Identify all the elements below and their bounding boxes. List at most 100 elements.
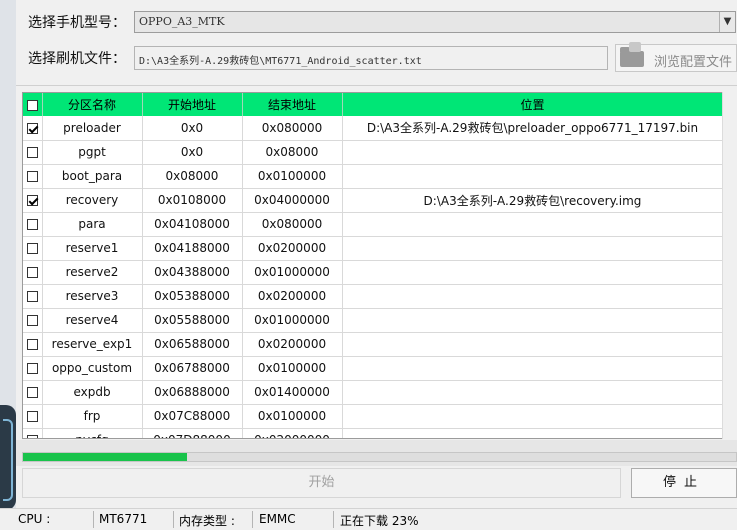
end-address-cell: 0x01400000 bbox=[242, 380, 343, 405]
file-location-cell bbox=[342, 284, 724, 309]
row-checkbox[interactable] bbox=[26, 315, 38, 326]
end-address-cell: 0x080000 bbox=[242, 116, 343, 141]
row-checkbox-cell[interactable] bbox=[23, 332, 43, 357]
row-checkbox[interactable] bbox=[26, 339, 38, 350]
partition-table: 分区名称 开始地址 结束地址 位置 preloader 0x0 0x080000 D:… bbox=[22, 92, 737, 439]
table-row[interactable]: reserve1 0x04188000 0x0200000 bbox=[23, 236, 724, 261]
column-header-name[interactable]: 分区名称 bbox=[42, 93, 143, 116]
table-row[interactable]: boot_para 0x08000 0x0100000 bbox=[23, 164, 724, 189]
model-label: 选择手机型号： bbox=[28, 15, 126, 31]
table-row[interactable]: pgpt 0x0 0x08000 bbox=[23, 140, 724, 165]
end-address-cell: 0x080000 bbox=[242, 212, 343, 237]
column-header-location[interactable]: 位置 bbox=[342, 93, 724, 116]
scatter-file-field[interactable]: D:\A3全系列-A.29救砖包\MT6771_Android_scatter.… bbox=[134, 46, 608, 70]
row-checkbox-cell[interactable] bbox=[23, 236, 43, 261]
row-checkbox[interactable] bbox=[26, 267, 38, 278]
partition-name-cell: reserve3 bbox=[42, 284, 143, 309]
table-row[interactable]: preloader 0x0 0x080000 D:\A3全系列-A.29救砖包\pre… bbox=[23, 116, 724, 141]
row-checkbox[interactable] bbox=[26, 243, 38, 254]
end-address-cell: 0x01000000 bbox=[242, 260, 343, 285]
select-all-header[interactable] bbox=[23, 93, 43, 116]
table-row[interactable]: reserve2 0x04388000 0x01000000 bbox=[23, 260, 724, 285]
file-location-cell bbox=[342, 308, 724, 333]
file-label: 选择刷机文件： bbox=[28, 51, 126, 67]
file-location-cell bbox=[342, 212, 724, 237]
side-decoration bbox=[0, 405, 16, 510]
table-row[interactable]: oppo_custom 0x06788000 0x0100000 bbox=[23, 356, 724, 381]
column-header-start[interactable]: 开始地址 bbox=[142, 93, 243, 116]
model-select-value: OPPO_A3_MTK bbox=[139, 15, 225, 28]
table-row[interactable]: expdb 0x06888000 0x01400000 bbox=[23, 380, 724, 405]
start-address-cell: 0x0 bbox=[142, 140, 243, 165]
row-checkbox-cell[interactable] bbox=[23, 260, 43, 285]
row-checkbox-cell[interactable] bbox=[23, 188, 43, 213]
table-row[interactable]: reserve3 0x05388000 0x0200000 bbox=[23, 284, 724, 309]
partition-name-cell: reserve4 bbox=[42, 308, 143, 333]
row-checkbox[interactable] bbox=[26, 435, 38, 438]
row-checkbox[interactable] bbox=[26, 195, 38, 206]
start-address-cell: 0x07D88000 bbox=[142, 428, 243, 438]
table-row[interactable]: reserve4 0x05588000 0x01000000 bbox=[23, 308, 724, 333]
browse-config-button[interactable]: 浏览配置文件 bbox=[615, 42, 737, 72]
row-checkbox[interactable] bbox=[26, 219, 38, 230]
row-checkbox[interactable] bbox=[26, 363, 38, 374]
end-address-cell: 0x0100000 bbox=[242, 164, 343, 189]
start-button[interactable]: 开始 bbox=[22, 468, 621, 498]
window-left-edge bbox=[0, 0, 16, 510]
file-location-cell: D:\A3全系列-A.29救砖包\preloader_oppo6771_1719… bbox=[342, 116, 724, 141]
chevron-down-icon[interactable]: ▼ bbox=[719, 12, 735, 32]
table-row[interactable]: nvcfg0x07D880000x02000000 bbox=[23, 428, 724, 438]
cpu-value: MT6771 bbox=[99, 512, 148, 526]
partition-name-cell: reserve2 bbox=[42, 260, 143, 285]
table-row[interactable]: reserve_exp1 0x06588000 0x0200000 bbox=[23, 332, 724, 357]
table-row[interactable]: frp 0x07C88000 0x0100000 bbox=[23, 404, 724, 429]
storage-value: EMMC bbox=[259, 512, 296, 526]
partition-name-cell: reserve_exp1 bbox=[42, 332, 143, 357]
start-address-cell: 0x04108000 bbox=[142, 212, 243, 237]
start-address-cell: 0x0 bbox=[142, 116, 243, 141]
scatter-file-path: D:\A3全系列-A.29救砖包\MT6771_Android_scatter.… bbox=[139, 56, 422, 67]
row-checkbox-cell[interactable] bbox=[23, 164, 43, 189]
row-checkbox[interactable] bbox=[26, 171, 38, 182]
partition-name-cell: para bbox=[42, 212, 143, 237]
status-divider bbox=[173, 511, 174, 528]
model-select[interactable]: OPPO_A3_MTK ▼ bbox=[134, 11, 736, 33]
partition-name-cell: pgpt bbox=[42, 140, 143, 165]
download-progress-fill bbox=[23, 453, 187, 461]
row-checkbox-cell[interactable] bbox=[23, 356, 43, 381]
row-checkbox[interactable] bbox=[26, 122, 38, 134]
partition-name-cell: preloader bbox=[42, 116, 143, 141]
row-checkbox-cell[interactable] bbox=[23, 428, 43, 438]
row-checkbox-cell[interactable] bbox=[23, 116, 43, 141]
row-checkbox-cell[interactable] bbox=[23, 212, 43, 237]
table-row[interactable]: para 0x04108000 0x080000 bbox=[23, 212, 724, 237]
browse-config-label: 浏览配置文件 bbox=[654, 55, 733, 70]
row-checkbox-cell[interactable] bbox=[23, 308, 43, 333]
row-checkbox-cell[interactable] bbox=[23, 140, 43, 165]
row-checkbox[interactable] bbox=[26, 411, 38, 422]
partition-name-cell: oppo_custom bbox=[42, 356, 143, 381]
start-address-cell: 0x05388000 bbox=[142, 284, 243, 309]
download-progress-bar bbox=[22, 452, 737, 462]
end-address-cell: 0x01000000 bbox=[242, 308, 343, 333]
end-address-cell: 0x04000000 bbox=[242, 188, 343, 213]
column-header-end[interactable]: 结束地址 bbox=[242, 93, 343, 116]
row-checkbox[interactable] bbox=[26, 291, 38, 302]
table-row[interactable]: recovery 0x0108000 0x04000000 D:\A3全系列-A.29… bbox=[23, 188, 724, 213]
row-checkbox-cell[interactable] bbox=[23, 380, 43, 405]
start-address-cell: 0x0108000 bbox=[142, 188, 243, 213]
row-checkbox-cell[interactable] bbox=[23, 404, 43, 429]
row-checkbox-cell[interactable] bbox=[23, 284, 43, 309]
stop-button[interactable]: 停止 bbox=[631, 468, 737, 498]
row-checkbox[interactable] bbox=[26, 387, 38, 398]
file-location-cell bbox=[342, 380, 724, 405]
row-checkbox[interactable] bbox=[26, 147, 38, 158]
end-address-cell: 0x0200000 bbox=[242, 236, 343, 261]
file-location-cell bbox=[342, 140, 724, 165]
table-scrollbar[interactable] bbox=[722, 92, 737, 439]
status-divider bbox=[252, 511, 253, 528]
select-all-checkbox[interactable] bbox=[26, 99, 38, 111]
file-location-cell bbox=[342, 428, 724, 438]
download-status: 正在下载 23% bbox=[340, 514, 419, 528]
end-address-cell: 0x02000000 bbox=[242, 428, 343, 438]
